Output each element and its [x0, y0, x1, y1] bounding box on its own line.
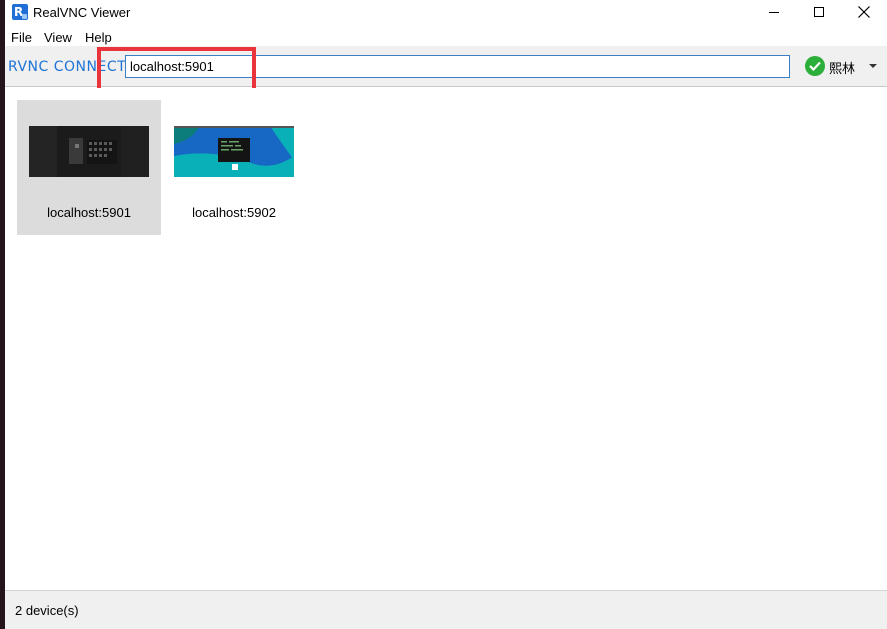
realvnc-connect-logo: RVNC CONNECT: [8, 59, 127, 75]
close-button[interactable]: [841, 0, 887, 26]
minimize-icon: [769, 12, 779, 13]
maximize-button[interactable]: [796, 0, 842, 26]
toolbar: RVNC CONNECT 熙林: [5, 46, 887, 92]
maximize-icon: [814, 7, 824, 17]
device-count: 2 device(s): [15, 603, 79, 618]
device-card-localhost-5902[interactable]: localhost:5902: [162, 100, 306, 235]
device-label: localhost:5902: [192, 205, 276, 220]
title-bar: R RealVNC Viewer: [5, 0, 887, 26]
chevron-down-icon[interactable]: [869, 64, 877, 68]
menu-help[interactable]: Help: [85, 30, 112, 45]
status-bar: 2 device(s): [5, 590, 887, 629]
menu-file[interactable]: File: [11, 30, 32, 45]
close-icon: [858, 6, 870, 18]
device-label: localhost:5901: [47, 205, 131, 220]
realvnc-viewer-window: R RealVNC Viewer File View Help RVNC CON…: [5, 0, 887, 629]
address-input[interactable]: [125, 55, 790, 78]
device-thumbnail: [174, 126, 294, 177]
green-check-icon: [805, 56, 825, 76]
window-title: RealVNC Viewer: [33, 5, 131, 20]
user-name: 熙林: [829, 62, 856, 77]
minimize-button[interactable]: [751, 0, 797, 26]
device-card-localhost-5901[interactable]: localhost:5901: [17, 100, 161, 235]
menu-view[interactable]: View: [44, 30, 72, 45]
device-thumbnail: [29, 126, 149, 177]
realvnc-app-icon: R: [12, 4, 28, 20]
device-grid: localhost:5901 localhost:5902: [5, 88, 887, 590]
menu-bar: File View Help: [5, 26, 887, 46]
